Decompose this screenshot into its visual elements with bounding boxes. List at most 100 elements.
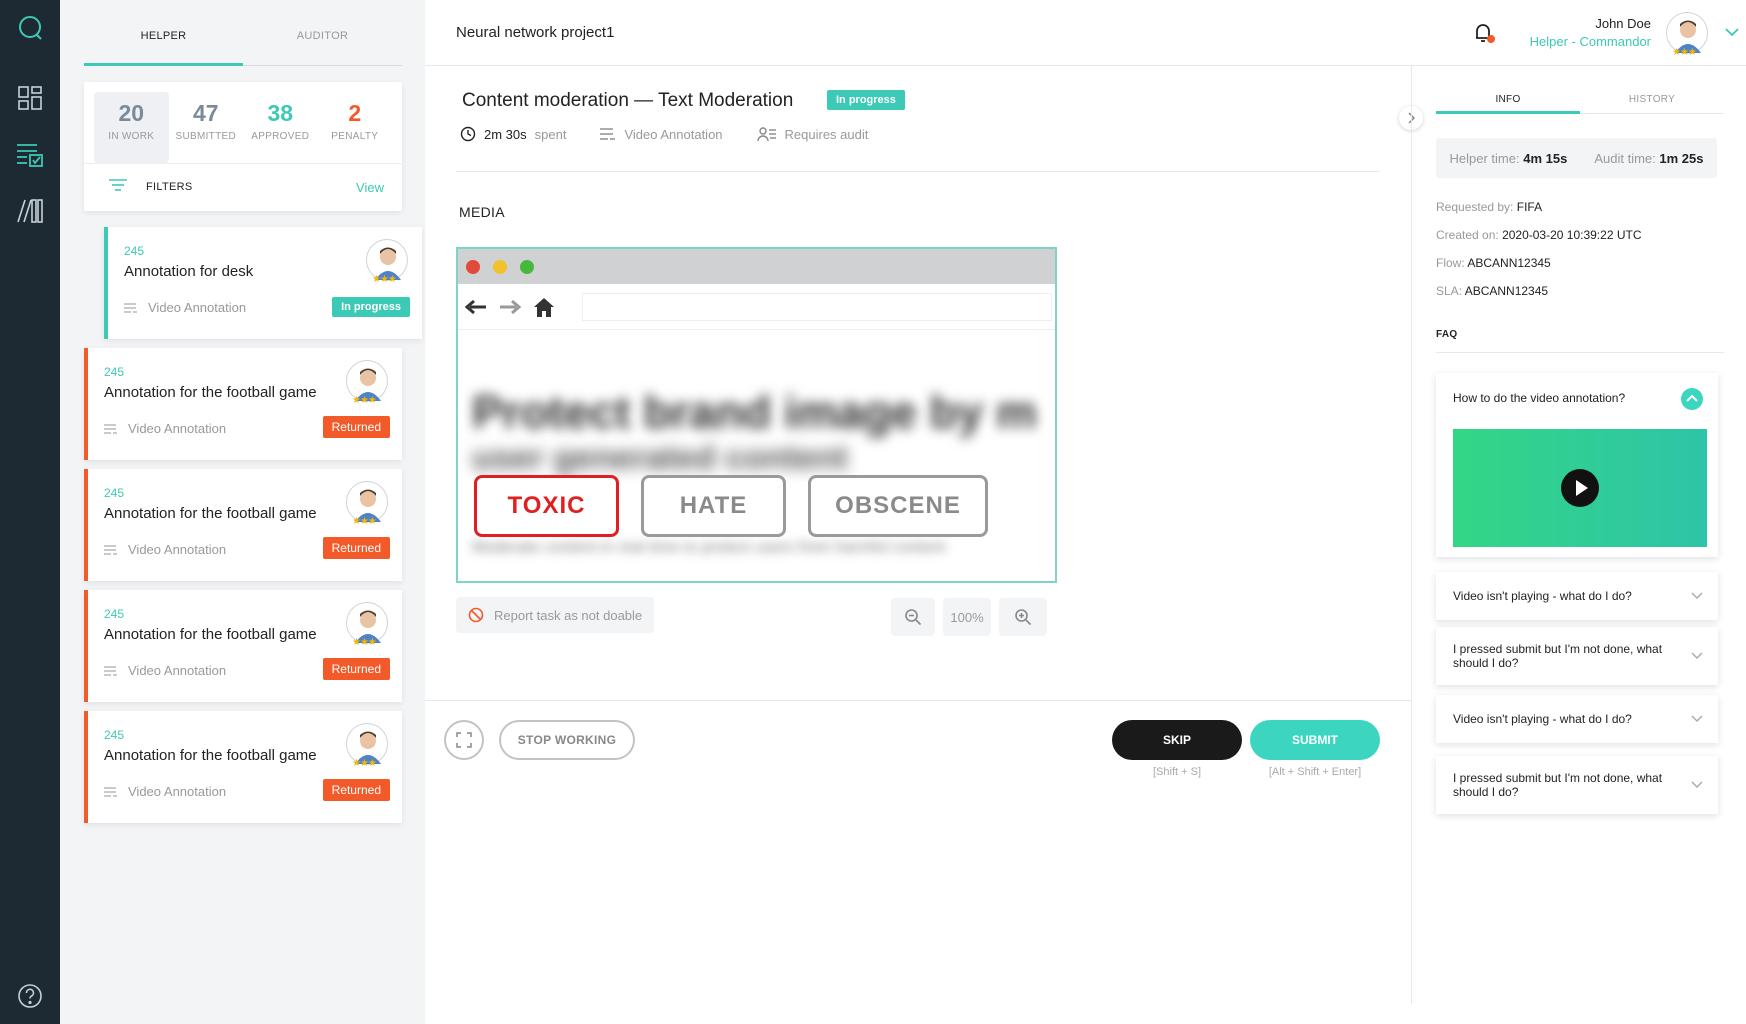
task-card[interactable]: 245 Annotation for desk Video Annotation… xyxy=(104,227,422,339)
maximize-dot xyxy=(520,259,534,274)
task-card-id: 245 xyxy=(104,607,125,621)
task-card-title: Annotation for the football game xyxy=(104,505,317,522)
minimize-dot xyxy=(493,259,507,274)
chevron-down-icon[interactable] xyxy=(1690,647,1704,665)
faq-video-player[interactable] xyxy=(1453,429,1707,547)
list-icon xyxy=(600,128,616,140)
zoom-out-icon xyxy=(905,609,922,626)
stat-penalty[interactable]: 2 PENALTY xyxy=(318,92,393,163)
rating-stars: ★★★ xyxy=(372,274,397,285)
stat-number: 2 xyxy=(348,100,362,126)
task-card-type-label: Video Annotation xyxy=(128,542,227,557)
info-requested: Requested by: FIFA xyxy=(1436,200,1542,214)
faq-item[interactable]: Video isn't playing - what do I do? xyxy=(1436,572,1718,620)
dashboard-icon[interactable] xyxy=(14,82,46,114)
time-spent-value: 2m 30s xyxy=(484,126,527,142)
faq-question: I pressed submit but I'm not done, what … xyxy=(1453,771,1663,799)
report-button[interactable]: Report task as not doable xyxy=(456,597,655,633)
status-badge-label: In progress xyxy=(827,90,905,110)
stat-submitted[interactable]: 47 SUBMITTED xyxy=(169,92,244,163)
faq-item[interactable]: I pressed submit but I'm not done, what … xyxy=(1436,756,1718,814)
chat-icon[interactable] xyxy=(14,12,46,44)
label-obscene-button[interactable]: OBSCENE xyxy=(808,475,988,537)
zoom-out-button[interactable] xyxy=(891,598,935,636)
list-icon xyxy=(104,423,117,434)
task-card-id: 245 xyxy=(104,365,125,379)
faq-item[interactable]: I pressed submit but I'm not done, what … xyxy=(1436,627,1718,685)
zoom-in-button[interactable] xyxy=(999,598,1047,636)
filters-label: FILTERS xyxy=(146,181,193,193)
helper-time-label: Helper time: xyxy=(1449,150,1520,166)
chevron-down-icon[interactable] xyxy=(1690,776,1704,794)
info-label: Flow: xyxy=(1436,256,1465,270)
status-badge-label: Returned xyxy=(322,779,390,801)
avatar: ★★★ xyxy=(346,481,388,527)
help-icon[interactable] xyxy=(14,980,46,1012)
stat-in-work[interactable]: 20 IN WORK xyxy=(94,92,169,163)
label-toxic-button[interactable]: TOXIC xyxy=(474,475,619,537)
fullscreen-button[interactable] xyxy=(444,720,484,760)
status-badge-label: Returned xyxy=(322,537,390,559)
info-value: ABCANN12345 xyxy=(1467,256,1551,270)
report-label: Report task as not doable xyxy=(494,607,643,623)
stat-approved[interactable]: 38 APPROVED xyxy=(243,92,318,163)
zoom-level: 100% xyxy=(943,598,991,636)
rating-stars: ★★★ xyxy=(1672,47,1697,58)
avatar: ★★★ xyxy=(346,602,388,648)
faq-question[interactable]: How to do the video annotation? xyxy=(1453,391,1625,405)
chevron-up-icon[interactable] xyxy=(1680,387,1704,416)
chevron-down-icon[interactable] xyxy=(1690,587,1704,605)
filters-row: FILTERS View xyxy=(84,164,402,210)
submit-button[interactable]: SUBMIT xyxy=(1250,720,1380,760)
task-detail: Content moderation — Text Moderation In … xyxy=(425,66,1411,1024)
skip-button[interactable]: SKIP xyxy=(1112,720,1242,760)
avatar: ★★★ xyxy=(346,360,388,406)
faq-item-expanded: How to do the video annotation? xyxy=(1436,373,1718,557)
tab-auditor[interactable]: AUDITOR xyxy=(243,18,402,65)
tab-history[interactable]: HISTORY xyxy=(1580,80,1724,113)
filter-icon[interactable] xyxy=(108,178,128,197)
media-preview: Protect brand image by m user generated … xyxy=(456,247,1057,583)
tasks-icon[interactable] xyxy=(14,138,46,170)
avatar[interactable]: ★★★ xyxy=(1666,12,1708,58)
audit-icon xyxy=(756,127,776,142)
task-card[interactable]: 245 Annotation for the football game Vid… xyxy=(84,590,402,702)
status-badge: Returned xyxy=(322,779,390,801)
task-card-type: Video Annotation xyxy=(104,784,226,799)
tab-info[interactable]: INFO xyxy=(1436,80,1580,114)
task-type: Video Annotation xyxy=(600,127,723,142)
audit-label: Requires audit xyxy=(784,126,869,142)
stat-label: IN WORK xyxy=(108,131,155,142)
faq-item[interactable]: Video isn't playing - what do I do? xyxy=(1436,695,1718,743)
divider xyxy=(456,171,1380,172)
bell-icon[interactable] xyxy=(1471,20,1497,51)
info-label: Created on: xyxy=(1436,228,1499,242)
stop-working-button[interactable]: STOP WORKING xyxy=(499,720,635,760)
stat-label: SUBMITTED xyxy=(175,131,236,142)
info-created: Created on: 2020-03-20 10:39:22 UTC xyxy=(1436,228,1642,242)
task-card[interactable]: 245 Annotation for the football game Vid… xyxy=(84,348,402,460)
task-card-title: Annotation for desk xyxy=(124,263,254,280)
status-badge: In progress xyxy=(332,297,410,317)
task-card[interactable]: 245 Annotation for the football game Vid… xyxy=(84,711,402,823)
clock-icon xyxy=(460,126,476,142)
task-card-type: Video Annotation xyxy=(104,421,226,436)
chevron-down-icon[interactable] xyxy=(1690,710,1704,728)
arrow-right-icon xyxy=(500,299,522,314)
filters-view-link[interactable]: View xyxy=(356,180,384,195)
faq-question: I pressed submit but I'm not done, what … xyxy=(1453,642,1663,670)
status-badge: Returned xyxy=(322,658,390,680)
task-card[interactable]: 245 Annotation for the football game Vid… xyxy=(84,469,402,581)
list-icon xyxy=(104,544,117,555)
faq-title: FAQ xyxy=(1436,329,1458,340)
audit-time: Audit time: 1m 25s xyxy=(1594,151,1703,166)
tab-helper[interactable]: HELPER xyxy=(84,18,243,66)
info-sla: SLA: ABCANN12345 xyxy=(1436,284,1548,298)
chevron-down-icon[interactable] xyxy=(1724,24,1740,42)
library-icon[interactable] xyxy=(14,194,46,226)
list-icon xyxy=(104,786,117,797)
task-card-id: 245 xyxy=(104,728,125,742)
label-hate-button[interactable]: HATE xyxy=(641,475,786,537)
info-panel: INFO HISTORY Helper time: 4m 15s Audit t… xyxy=(1411,66,1746,1004)
task-card-type: Video Annotation xyxy=(104,663,226,678)
